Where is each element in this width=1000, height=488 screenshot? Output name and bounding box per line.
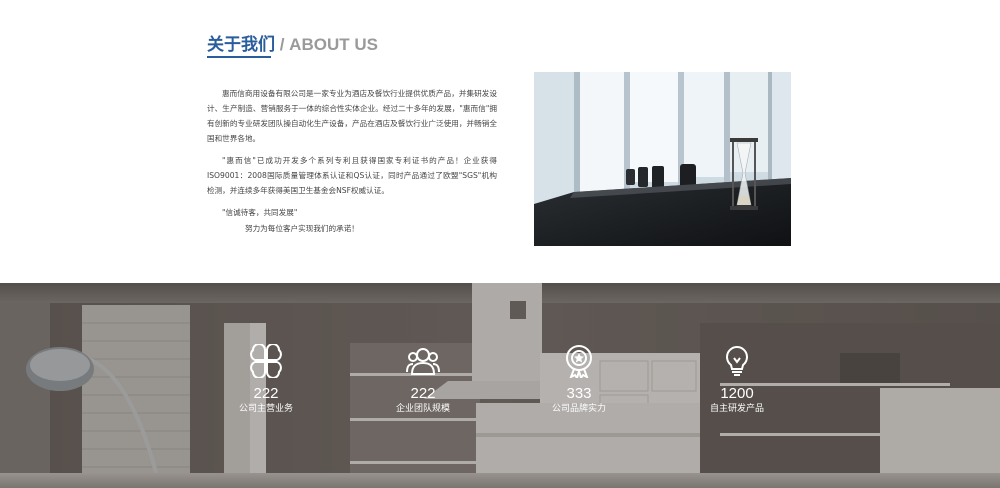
team-icon	[406, 348, 440, 375]
stat-value: 222	[410, 385, 436, 402]
title-underline	[207, 56, 271, 58]
stat-value: 333	[566, 385, 592, 402]
stat-label: 企业团队规模	[395, 404, 450, 414]
lightbulb-icon	[726, 345, 748, 376]
stat-value: 222	[253, 385, 279, 402]
about-text: 惠而信商用设备有限公司是一家专业为酒店及餐饮行业提供优质产品，并集研发设计、生产…	[207, 86, 497, 243]
stat-brand-strength: 333 公司品牌实力	[524, 344, 634, 415]
stats-banner: 222 公司主营业务 222 企业团队规模 333 公司品牌实力 1200 自主…	[0, 283, 1000, 488]
stat-value: 1200	[720, 385, 754, 402]
stat-label: 公司主营业务	[238, 404, 293, 414]
stat-rd-products: 1200 自主研发产品	[682, 344, 792, 415]
section-title-cn: 关于我们	[207, 35, 275, 55]
stat-label: 公司品牌实力	[551, 404, 606, 414]
section-title-en: / ABOUT US	[275, 35, 378, 54]
section-title: 关于我们 / ABOUT US	[207, 30, 378, 55]
award-icon	[566, 345, 592, 378]
about-paragraph-1: 惠而信商用设备有限公司是一家专业为酒店及餐饮行业提供优质产品，并集研发设计、生产…	[207, 89, 497, 143]
office-photo	[534, 72, 791, 246]
stat-label: 自主研发产品	[709, 404, 764, 414]
grid-icon	[250, 344, 282, 378]
about-paragraph-2: "惠而信"已成功开发多个系列专利且获得国家专利证书的产品！企业获得ISO9001…	[207, 156, 497, 195]
kitchen-background	[0, 283, 1000, 488]
slogan-line-2: 努力为每位客户实现我们的承诺！	[245, 224, 359, 233]
stat-main-business: 222 公司主营业务	[211, 344, 321, 415]
stat-team-size: 222 企业团队规模	[368, 344, 478, 415]
about-section: 关于我们 / ABOUT US 惠而信商用设备有限公司是一家专业为酒店及餐饮行业…	[0, 0, 1000, 283]
slogan-line-1: "信诚待客，共同发展"	[222, 208, 298, 217]
